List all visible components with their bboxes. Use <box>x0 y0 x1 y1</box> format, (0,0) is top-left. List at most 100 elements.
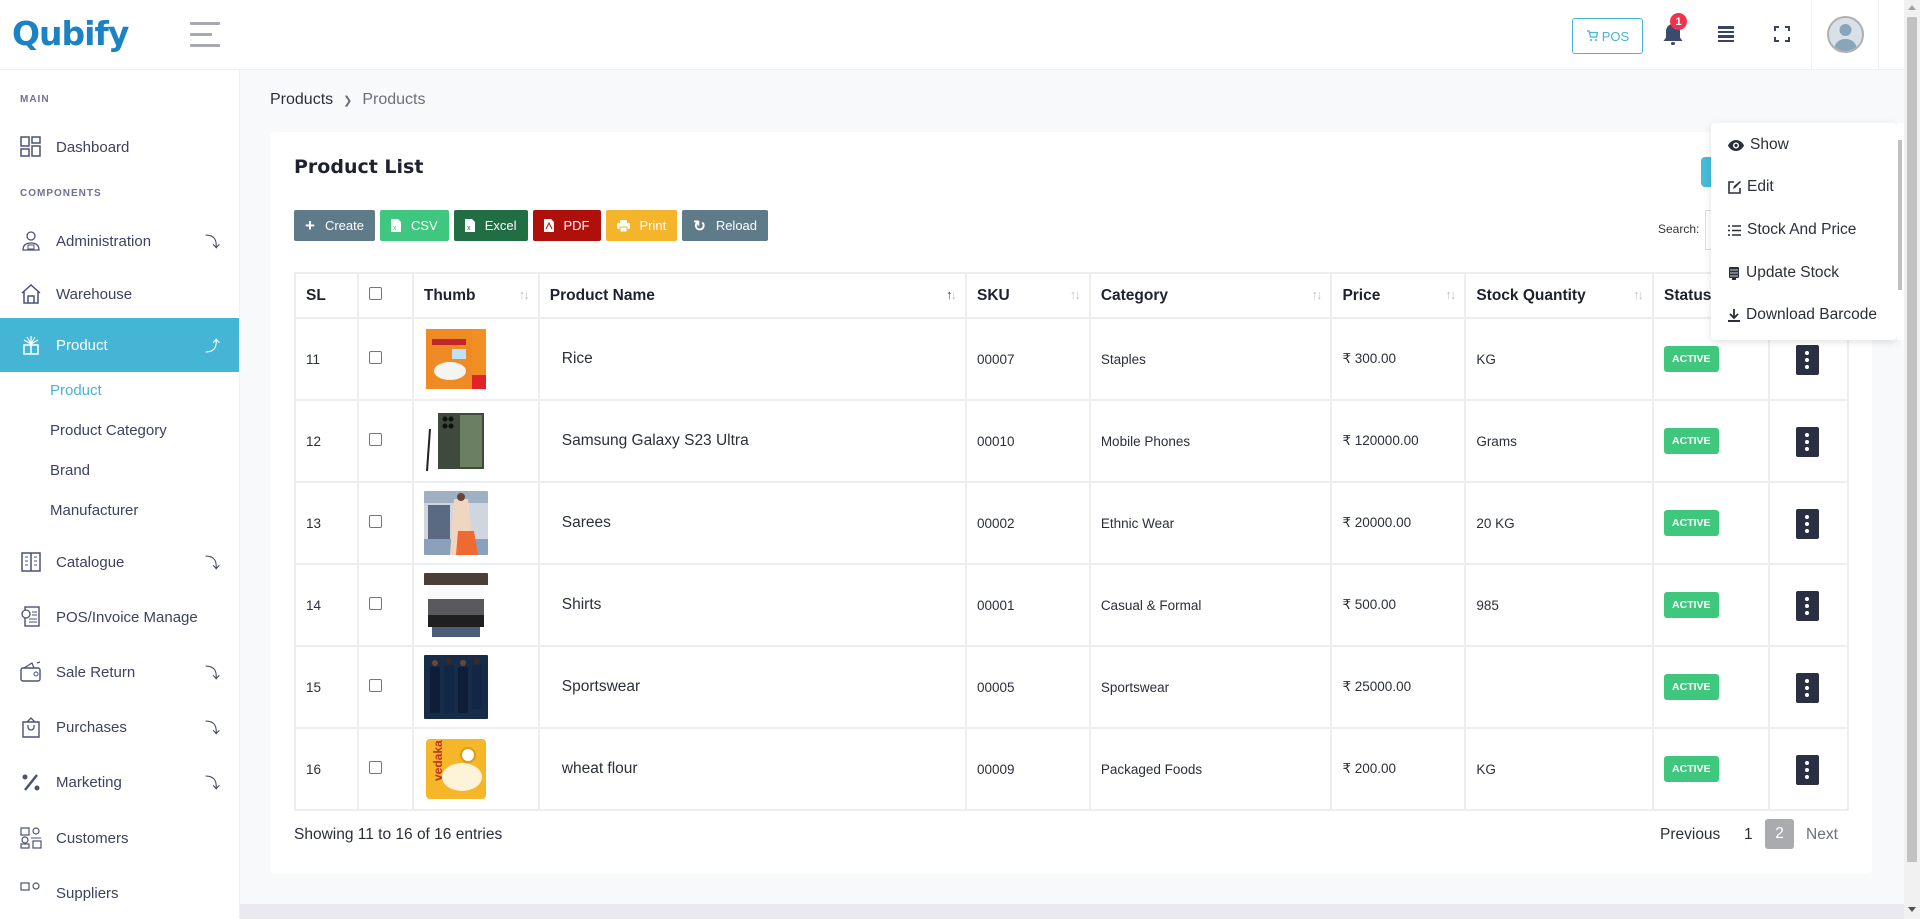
sidebar-item-purchases[interactable]: Purchases ⤵ <box>0 700 239 754</box>
cell-category: Mobile Phones <box>1088 399 1333 483</box>
table-toolbar: + Create x CSV x Excel PDF Print ↻ Reloa… <box>294 210 769 241</box>
pdf-button[interactable]: PDF <box>532 210 601 241</box>
pagination-page-1[interactable]: 1 <box>1744 826 1753 844</box>
pagination-next[interactable]: Next <box>1806 826 1838 844</box>
cell-price: ₹ 20000.00 <box>1330 481 1467 565</box>
row-checkbox[interactable] <box>368 433 382 446</box>
cell-actions <box>1767 727 1850 811</box>
csv-file-icon: x <box>390 219 401 232</box>
sidebar-item-marketing[interactable]: Marketing ⤵ <box>0 755 239 809</box>
top-bar: Qubify POS 1 <box>0 0 1904 70</box>
sort-asc-icon: ↑↓ <box>945 287 957 302</box>
sidebar-subitem-product-category[interactable]: Product Category <box>50 422 167 439</box>
kebab-dot-icon <box>1805 686 1810 690</box>
column-header-price[interactable]: Price ↑↓ <box>1330 272 1467 319</box>
cell-thumb <box>411 563 540 647</box>
suppliers-icon <box>20 882 40 891</box>
row-actions-button[interactable] <box>1795 509 1819 539</box>
sidebar-item-product[interactable]: Product ⤴ <box>0 318 239 372</box>
column-header-sku[interactable]: SKU ↑↓ <box>964 272 1091 319</box>
kebab-dot-icon <box>1805 679 1810 683</box>
breadcrumb-root[interactable]: Products <box>270 91 333 109</box>
sidebar-item-label: Administration <box>56 232 152 250</box>
dashboard-grid-icon <box>20 136 41 157</box>
row-actions-button[interactable] <box>1795 345 1819 375</box>
page-scrollbar[interactable] <box>1904 0 1920 919</box>
sidebar-item-suppliers[interactable]: Suppliers <box>0 866 239 919</box>
dropdown-item-label: Show <box>1750 136 1789 153</box>
sidebar-item-sale-return[interactable]: Sale Return ⤵ <box>0 645 239 699</box>
row-actions-button[interactable] <box>1795 673 1819 703</box>
download-icon <box>1728 308 1740 322</box>
scroll-up-icon[interactable] <box>1908 5 1916 10</box>
row-checkbox[interactable] <box>368 679 382 692</box>
column-header-stock-quantity[interactable]: Stock Quantity ↑↓ <box>1464 272 1655 319</box>
notification-badge: 1 <box>1670 13 1687 30</box>
row-actions-button[interactable] <box>1795 755 1819 785</box>
column-header-thumb[interactable]: Thumb ↑↓ <box>411 272 540 319</box>
scrollbar-thumb[interactable] <box>1907 17 1917 862</box>
pos-button[interactable]: POS <box>1572 18 1643 54</box>
column-header-category[interactable]: Category ↑↓ <box>1088 272 1333 319</box>
scroll-down-icon[interactable] <box>1908 907 1916 912</box>
kebab-dot-icon <box>1805 775 1810 779</box>
catalogue-book-icon <box>21 552 41 572</box>
column-header-product-name[interactable]: Product Name ↑↓ <box>537 272 967 319</box>
cell-sl: 16 <box>294 727 359 811</box>
plus-icon: + <box>305 215 315 235</box>
sidebar-item-pos-invoice[interactable]: POS/Invoice Manage <box>0 590 239 644</box>
menu-toggle-icon[interactable] <box>190 22 220 48</box>
pdf-label: PDF <box>563 218 590 233</box>
list-menu-icon[interactable] <box>1718 26 1734 42</box>
stack-icon <box>1729 266 1739 280</box>
create-button[interactable]: + Create <box>294 210 375 241</box>
reload-button[interactable]: ↻ Reload <box>682 210 769 241</box>
sidebar-item-label: Sale Return <box>56 663 136 681</box>
sidebar-item-catalogue[interactable]: Catalogue ⤵ <box>0 535 239 589</box>
row-actions-button[interactable] <box>1795 427 1819 457</box>
shopping-bag-icon <box>22 717 40 738</box>
sidebar-item-dashboard[interactable]: Dashboard <box>0 120 239 174</box>
row-actions-button[interactable] <box>1795 591 1819 621</box>
user-avatar[interactable] <box>1827 16 1864 53</box>
dropdown-item-edit[interactable]: Edit <box>1728 178 1774 196</box>
table-row: 14 Shirts 00001 Casual & Formal ₹ 500.00 985 A… <box>294 563 1850 647</box>
dropdown-item-show[interactable]: Show <box>1728 136 1789 154</box>
pagination-previous[interactable]: Previous <box>1660 826 1720 844</box>
cell-stock-quantity: Grams <box>1464 399 1655 483</box>
dropdown-item-stock-and-price[interactable]: Stock And Price <box>1728 221 1856 239</box>
header-label: Product Name <box>549 286 655 304</box>
sidebar-subitem-product[interactable]: Product <box>50 382 102 399</box>
status-badge: ACTIVE <box>1664 756 1719 782</box>
breadcrumb-current: Products <box>362 91 426 108</box>
print-button[interactable]: Print <box>605 210 678 241</box>
sort-icon: ↑↓ <box>1311 287 1322 302</box>
fullscreen-icon[interactable] <box>1774 26 1790 42</box>
sidebar-subitem-manufacturer[interactable]: Manufacturer <box>50 502 138 519</box>
csv-label: CSV <box>410 218 438 233</box>
csv-button[interactable]: x CSV <box>379 210 449 241</box>
app-logo[interactable]: Qubify <box>12 14 129 53</box>
invoice-icon <box>21 606 40 627</box>
chevron-down-icon: ⤵ <box>205 664 221 682</box>
pagination-page-2-current[interactable]: 2 <box>1765 819 1794 849</box>
cell-stock-quantity <box>1464 645 1655 729</box>
dropdown-item-update-stock[interactable]: Update Stock <box>1728 264 1839 282</box>
cell-product-name: Sarees <box>537 481 967 565</box>
row-checkbox[interactable] <box>368 351 382 364</box>
sidebar-subitem-brand[interactable]: Brand <box>50 462 90 479</box>
sidebar-item-administration[interactable]: Administration ⤵ <box>0 214 239 268</box>
header-label: Price <box>1342 286 1381 304</box>
cell-status: ACTIVE <box>1652 645 1770 729</box>
section-label-components: COMPONENTS <box>20 188 102 199</box>
sidebar-item-warehouse[interactable]: Warehouse <box>0 267 239 321</box>
select-all-checkbox[interactable] <box>368 286 382 300</box>
row-checkbox[interactable] <box>368 597 382 610</box>
dropdown-scrollbar[interactable] <box>1897 123 1904 340</box>
dropdown-item-download-barcode[interactable]: Download Barcode <box>1728 306 1877 324</box>
percent-icon <box>22 774 40 791</box>
row-checkbox[interactable] <box>368 515 382 528</box>
excel-button[interactable]: x Excel <box>453 210 528 241</box>
row-checkbox[interactable] <box>368 761 382 774</box>
sidebar-item-customers[interactable]: Customers <box>0 811 239 865</box>
